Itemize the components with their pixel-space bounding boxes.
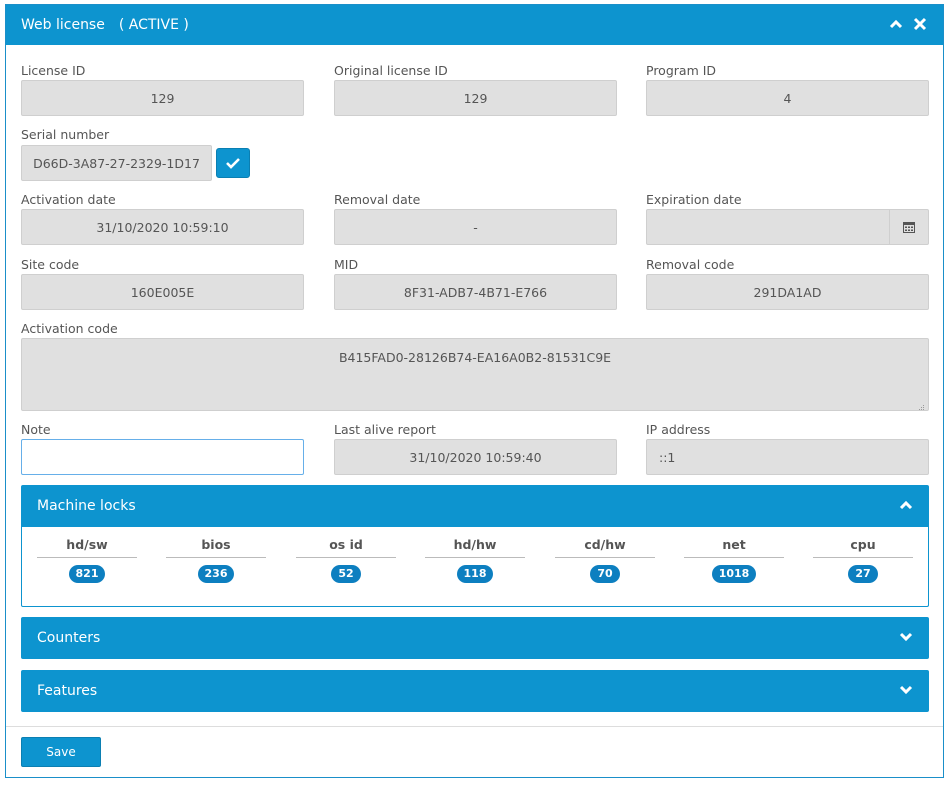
lock-count-badge: 27 [848, 565, 878, 583]
counters-title: Counters [37, 630, 101, 646]
mid-field: 8F31-ADB7-4B71-E766 [334, 274, 617, 310]
chevron-up-icon[interactable] [889, 17, 903, 31]
check-icon [226, 157, 240, 169]
license-id-label: License ID [21, 63, 86, 78]
close-icon[interactable] [913, 17, 927, 31]
original-license-id-field: 129 [334, 80, 617, 116]
note-input[interactable] [21, 439, 304, 475]
original-license-id-label: Original license ID [334, 63, 448, 78]
note-label: Note [21, 422, 51, 437]
lock-count-badge: 118 [456, 565, 494, 583]
lock-name: cd/hw [555, 537, 655, 558]
program-id-label: Program ID [646, 63, 717, 78]
web-license-panel: Web license ( ACTIVE ) License ID 129 Or… [5, 4, 944, 778]
features-header[interactable]: Features [21, 670, 929, 712]
lock-item: os id 52 [296, 537, 396, 583]
verify-serial-button[interactable] [216, 148, 250, 178]
machine-locks-title: Machine locks [37, 498, 136, 514]
ip-address-label: IP address [646, 422, 711, 437]
counters-header[interactable]: Counters [21, 617, 929, 659]
lock-count-badge: 236 [197, 565, 235, 583]
lock-count-badge: 52 [331, 565, 361, 583]
resize-grip-icon[interactable] [917, 399, 925, 410]
serial-number-field: D66D-3A87-27-2329-1D17 [21, 145, 212, 181]
removal-code-label: Removal code [646, 257, 735, 272]
chevron-down-icon[interactable] [899, 684, 913, 696]
features-title: Features [37, 683, 98, 699]
lock-item: net 1018 [684, 537, 784, 583]
lock-count-badge: 1018 [711, 565, 757, 583]
ip-address-field: ::1 [646, 439, 929, 475]
lock-item: bios 236 [166, 537, 266, 583]
last-alive-report-field: 31/10/2020 10:59:40 [334, 439, 617, 475]
panel-footer: Save [6, 726, 943, 777]
site-code-field: 160E005E [21, 274, 304, 310]
chevron-up-icon[interactable] [899, 499, 913, 511]
lock-name: os id [296, 537, 396, 558]
activation-code-label: Activation code [21, 321, 118, 336]
features-panel: Features [21, 670, 929, 712]
chevron-down-icon[interactable] [899, 631, 913, 643]
lock-name: bios [166, 537, 266, 558]
save-button[interactable]: Save [21, 737, 101, 767]
removal-date-field: - [334, 209, 617, 245]
site-code-label: Site code [21, 257, 80, 272]
license-status: ( ACTIVE ) [118, 17, 189, 33]
lock-item: hd/hw 118 [425, 537, 525, 583]
panel-header: Web license ( ACTIVE ) [6, 5, 943, 45]
mid-label: MID [334, 257, 359, 272]
last-alive-report-label: Last alive report [334, 422, 436, 437]
lock-item: hd/sw 821 [37, 537, 137, 583]
lock-name: cpu [813, 537, 913, 558]
lock-name: hd/sw [37, 537, 137, 558]
program-id-field: 4 [646, 80, 929, 116]
activation-code-textarea: B415FAD0-28126B74-EA16A0B2-81531C9E [21, 338, 929, 411]
removal-code-field: 291DA1AD [646, 274, 929, 310]
activation-date-field: 31/10/2020 10:59:10 [21, 209, 304, 245]
panel-title: Web license [21, 17, 105, 33]
lock-item: cpu 27 [813, 537, 913, 583]
activation-date-label: Activation date [21, 192, 116, 207]
activation-code-value: B415FAD0-28126B74-EA16A0B2-81531C9E [338, 350, 612, 365]
serial-number-label: Serial number [21, 127, 110, 142]
calendar-icon [903, 221, 915, 233]
counters-panel: Counters [21, 617, 929, 659]
machine-locks-header[interactable]: Machine locks [21, 485, 929, 527]
lock-name: net [684, 537, 784, 558]
expiration-date-label: Expiration date [646, 192, 742, 207]
lock-count-badge: 70 [590, 565, 620, 583]
lock-name: hd/hw [425, 537, 525, 558]
calendar-button[interactable] [889, 210, 928, 244]
expiration-date-field[interactable] [646, 209, 929, 245]
removal-date-label: Removal date [334, 192, 421, 207]
machine-locks-panel: Machine locks hd/sw 821 bios 236 os id 5… [21, 485, 929, 607]
lock-count-badge: 821 [68, 565, 106, 583]
machine-locks-body: hd/sw 821 bios 236 os id 52 hd/hw 118 cd… [21, 527, 929, 607]
lock-item: cd/hw 70 [555, 537, 655, 583]
license-id-field: 129 [21, 80, 304, 116]
